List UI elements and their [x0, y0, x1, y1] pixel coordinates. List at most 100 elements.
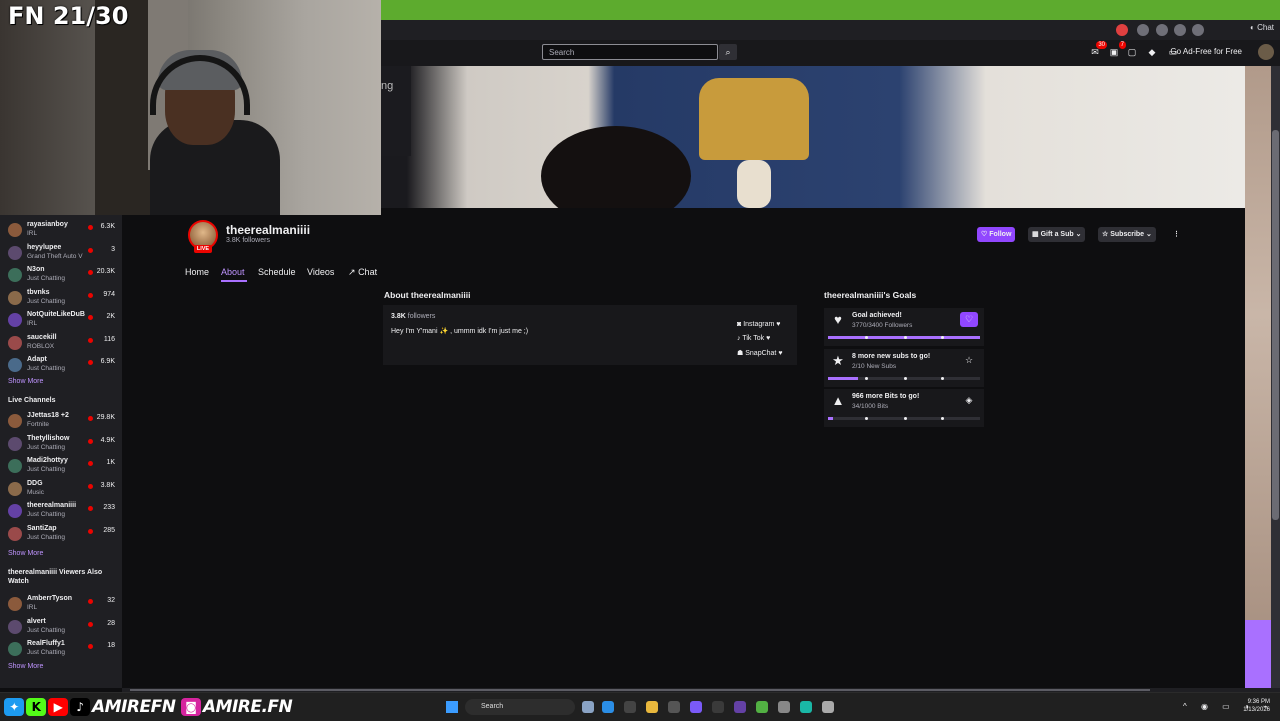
show-more-link[interactable]: Show More	[8, 378, 43, 385]
sidebar-channel-category: Just Chatting	[27, 365, 65, 372]
goal-milestone-tick	[941, 417, 945, 420]
channel-name[interactable]: theerealmaniiii	[226, 223, 310, 237]
live-dot-icon	[88, 599, 93, 604]
sidebar-channel-item[interactable]: DDG Music 3.8K	[0, 479, 122, 501]
xbox-icon[interactable]	[756, 701, 768, 713]
sidebar-channel-item[interactable]: tbvnks Just Chatting 974	[0, 288, 122, 310]
extension-icon[interactable]	[1137, 24, 1149, 36]
app-icon[interactable]	[712, 701, 724, 713]
about-bio: Hey I'm Y'mani ✨ , ummm idk I'm just me …	[391, 328, 529, 335]
search-icon[interactable]: ⌕	[719, 44, 737, 60]
chrome-icon[interactable]	[646, 701, 658, 713]
sidebar-channel-item[interactable]: rayasianboy IRL 6.3K	[0, 220, 122, 242]
channel-avatar	[8, 313, 22, 327]
sidebar-channel-item[interactable]: Madi2hottyy Just Chatting 1K	[0, 456, 122, 478]
follow-goal-button[interactable]: ♡	[960, 312, 978, 327]
browser-chat-button[interactable]: ◐ Chat	[1250, 23, 1274, 32]
inbox-icon[interactable]: ✉ 30	[1089, 41, 1107, 58]
sidebar-channel-item[interactable]: theerealmaniiii Just Chatting 233	[0, 501, 122, 523]
bits-icon[interactable]: ◆	[1146, 46, 1158, 58]
app-icon[interactable]	[668, 701, 680, 713]
edge-icon[interactable]	[602, 701, 614, 713]
sidebar-channel-name: heyylupee	[27, 243, 62, 251]
snapchat-link[interactable]: ☗ SnapChat ♥	[737, 349, 782, 357]
viewer-count: 3.8K	[100, 481, 115, 489]
whispers-icon[interactable]: ▣ 7	[1108, 41, 1126, 58]
extension-icon[interactable]	[1192, 24, 1204, 36]
sidebar-channel-item[interactable]: heyylupee Grand Theft Auto V 3	[0, 243, 122, 265]
settings-icon[interactable]	[822, 701, 834, 713]
sidebar-channel-category: Just Chatting	[27, 297, 65, 305]
user-avatar[interactable]	[1258, 44, 1274, 60]
app-icon[interactable]	[800, 701, 812, 713]
sidebar-channel-item[interactable]: SantiZap Just Chatting 285	[0, 524, 122, 546]
sidebar-channel-item[interactable]: Thetyllishow Just Chatting 4.9K	[0, 434, 122, 456]
subscribe-button[interactable]: ☆ Subscribe ⌄	[1098, 227, 1156, 242]
extension-icon[interactable]	[1116, 24, 1128, 36]
live-dot-icon	[88, 337, 93, 343]
live-dot-icon	[88, 315, 93, 320]
sidebar-channel-item[interactable]: NotQuiteLikeDuB IRL 2K	[0, 310, 122, 332]
goal-progress-text: 3770/3400 Followers	[852, 322, 913, 329]
channel-avatar	[8, 335, 22, 350]
browser-title-bar	[381, 0, 1280, 20]
gift-sub-button[interactable]: ▦ Gift a Sub ⌄	[1028, 227, 1086, 242]
viewer-count: 116	[103, 335, 115, 343]
clock-date: 1/13/2026	[1243, 707, 1270, 713]
tab-schedule[interactable]: Schedule	[258, 267, 296, 277]
viewer-count: 1K	[106, 459, 115, 466]
goal-card: ♥ Goal achieved! 3770/3400 Followers ♡	[824, 308, 984, 346]
sidebar-channel-category: Fortnite	[27, 421, 50, 428]
banner-person	[541, 126, 691, 208]
taskbar-search[interactable]: Search	[465, 699, 575, 715]
ad-free-button[interactable]: Go Ad-Free for Free	[1170, 47, 1242, 56]
show-more-link[interactable]: Show More	[8, 663, 43, 670]
viewer-count: 2K	[106, 313, 115, 320]
sidebar-channel-name: SantiZap	[27, 524, 57, 532]
sidebar-channel-name: theerealmaniiii	[27, 502, 77, 509]
search-placeholder: Search	[549, 48, 575, 57]
more-options-icon[interactable]: ⋮	[1169, 227, 1184, 242]
extension-icon[interactable]	[1156, 24, 1168, 36]
heart-icon: ♥	[766, 335, 771, 342]
tiktok-label: Tik Tok	[742, 335, 765, 342]
app-icon[interactable]	[734, 701, 746, 713]
tab-about[interactable]: About	[221, 267, 245, 277]
windows-start-icon[interactable]	[446, 701, 458, 713]
sidebar-channel-name: Adapt	[27, 356, 47, 363]
viewer-count: 233	[103, 504, 115, 511]
tab-home[interactable]: Home	[185, 267, 209, 277]
subscribe-goal-button[interactable]: ☆	[960, 353, 978, 368]
app-icon[interactable]	[624, 701, 636, 713]
sidebar-channel-name: N3on	[27, 266, 45, 273]
horizontal-scrollbar-thumb[interactable]	[130, 689, 1150, 691]
follow-button[interactable]: ♡ Follow	[977, 227, 1016, 242]
sidebar-channel-item[interactable]: AmberrTyson IRL 32	[0, 594, 122, 616]
search-input[interactable]: Search	[542, 44, 718, 60]
task-view-icon[interactable]	[582, 701, 594, 713]
tab-chat[interactable]: ↗ Chat	[348, 267, 377, 278]
app-icon[interactable]	[690, 701, 702, 713]
app-icon[interactable]	[778, 701, 790, 713]
fn-counter: FN 21/30	[8, 2, 129, 30]
tiktok-link[interactable]: ♪ Tik Tok ♥	[737, 335, 770, 342]
instagram-link[interactable]: ◙ Instagram ♥	[737, 321, 780, 328]
viewer-count: 4.9K	[100, 436, 115, 444]
windows-taskbar: ✦ K ▶ ♪ AMIREFN ◙ AMIRE.FN Search ^ ◉ ▭ ◑ ⌁ 9…	[0, 692, 1280, 721]
notifications-icon[interactable]: ▢	[1126, 46, 1138, 58]
sidebar-channel-item[interactable]: Adapt Just Chatting 6.9K	[0, 355, 122, 377]
sidebar-channel-item[interactable]: JJettas18 +2 Fortnite 29.8K	[0, 411, 122, 433]
kick-icon: K	[26, 698, 46, 716]
tab-videos[interactable]: Videos	[307, 267, 334, 277]
extension-icon[interactable]	[1174, 24, 1186, 36]
show-more-link[interactable]: Show More	[8, 550, 43, 557]
sidebar-channel-item[interactable]: alvert Just Chatting 28	[0, 617, 122, 639]
sidebar-channel-item[interactable]: RealFluffy1 Just Chatting 18	[0, 639, 122, 661]
taskbar-clock[interactable]: 9:36 PM 1/13/2026	[1243, 698, 1270, 714]
snapchat-label: SnapChat	[745, 350, 777, 357]
sidebar-channel-item[interactable]: N3on Just Chatting 20.3K	[0, 265, 122, 287]
cheer-goal-button[interactable]: ◈	[960, 393, 978, 408]
channel-avatar	[8, 268, 22, 282]
sidebar-channel-item[interactable]: saucekill ROBLOX 116	[0, 333, 122, 355]
vertical-scrollbar-thumb[interactable]	[1272, 130, 1279, 520]
